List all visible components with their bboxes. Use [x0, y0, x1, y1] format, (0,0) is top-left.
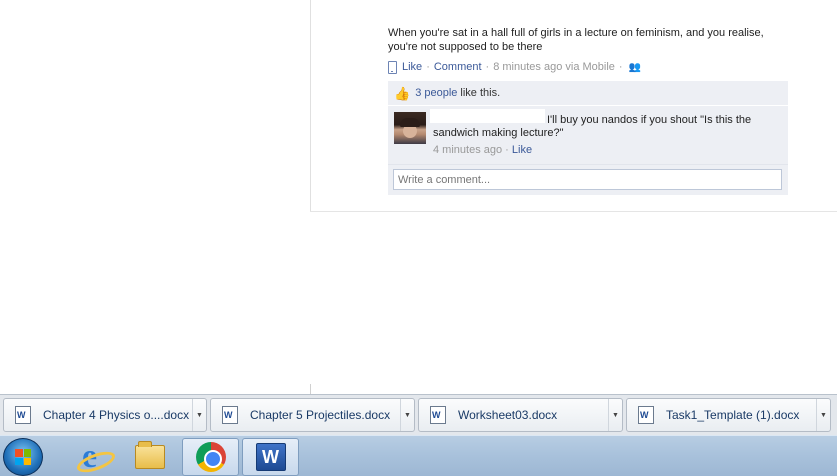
taskbar-internet-explorer[interactable]: e — [61, 438, 118, 476]
likers-link[interactable]: 3 people — [415, 87, 457, 99]
word-document-icon — [430, 406, 446, 424]
word-document-icon — [15, 406, 31, 424]
taskbar-word[interactable]: W — [242, 438, 299, 476]
word-document-icon — [638, 406, 654, 424]
post-text: When you're sat in a hall full of girls … — [388, 27, 764, 53]
comment-timestamp[interactable]: 4 minutes ago — [433, 144, 502, 156]
chevron-down-icon[interactable]: ▼ — [608, 399, 622, 431]
windows-taskbar: e W — [0, 435, 837, 476]
windows-start-icon[interactable] — [3, 438, 43, 476]
chevron-down-icon[interactable]: ▼ — [192, 399, 206, 431]
download-item[interactable]: Task1_Template (1).docx ▼ — [626, 398, 831, 432]
download-filename: Task1_Template (1).docx — [666, 408, 800, 422]
chevron-down-icon[interactable]: ▼ — [816, 399, 830, 431]
chrome-icon — [195, 442, 226, 472]
post-timestamp[interactable]: 8 minutes ago via Mobile — [493, 61, 615, 73]
chevron-down-icon[interactable]: ▼ — [400, 399, 414, 431]
taskbar-chrome[interactable] — [182, 438, 239, 476]
comment-like-link[interactable]: Like — [512, 144, 532, 156]
download-item[interactable]: Chapter 5 Projectiles.docx ▼ — [210, 398, 415, 432]
download-item[interactable]: Chapter 4 Physics o....docx ▼ — [3, 398, 207, 432]
taskbar-file-explorer[interactable] — [121, 438, 178, 476]
word-icon: W — [255, 443, 286, 471]
comment-link[interactable]: Comment — [434, 61, 482, 73]
comment-meta: 4 minutes ago · Like — [433, 144, 532, 156]
likes-suffix: like this. — [460, 87, 501, 99]
likes-summary: 👍 3 people like this. — [388, 81, 788, 105]
post-bottom-divider — [310, 211, 837, 212]
thumbs-up-icon: 👍 — [394, 85, 411, 101]
comment: I'll buy you nandos if you shout "Is thi… — [388, 106, 788, 164]
redacted-commenter-name — [430, 109, 545, 123]
download-filename: Worksheet03.docx — [458, 408, 558, 422]
feed-post: When you're sat in a hall full of girls … — [388, 26, 798, 74]
mobile-phone-icon — [388, 60, 397, 74]
write-comment-input[interactable] — [393, 169, 782, 190]
write-comment-area — [388, 164, 788, 195]
file-explorer-icon — [134, 441, 165, 469]
separator: · — [505, 144, 509, 156]
separator: · — [426, 61, 430, 73]
download-item[interactable]: Worksheet03.docx ▼ — [418, 398, 623, 432]
separator: · — [618, 61, 623, 73]
page-divider-lower — [310, 384, 311, 394]
commenter-avatar[interactable] — [394, 112, 426, 144]
separator: · — [485, 61, 490, 73]
word-document-icon — [222, 406, 238, 424]
like-link[interactable]: Like — [402, 61, 422, 73]
download-shelf: Chapter 4 Physics o....docx ▼ Chapter 5 … — [0, 394, 837, 435]
download-filename: Chapter 5 Projectiles.docx — [250, 408, 391, 422]
internet-explorer-icon: e — [81, 438, 98, 475]
audience-friends-icon[interactable]: 👥 — [629, 62, 641, 73]
windows-flag-icon — [15, 449, 31, 465]
download-filename: Chapter 4 Physics o....docx — [43, 408, 190, 422]
page-divider — [310, 0, 311, 212]
post-actions: Like · Comment · 8 minutes ago via Mobil… — [388, 60, 798, 74]
